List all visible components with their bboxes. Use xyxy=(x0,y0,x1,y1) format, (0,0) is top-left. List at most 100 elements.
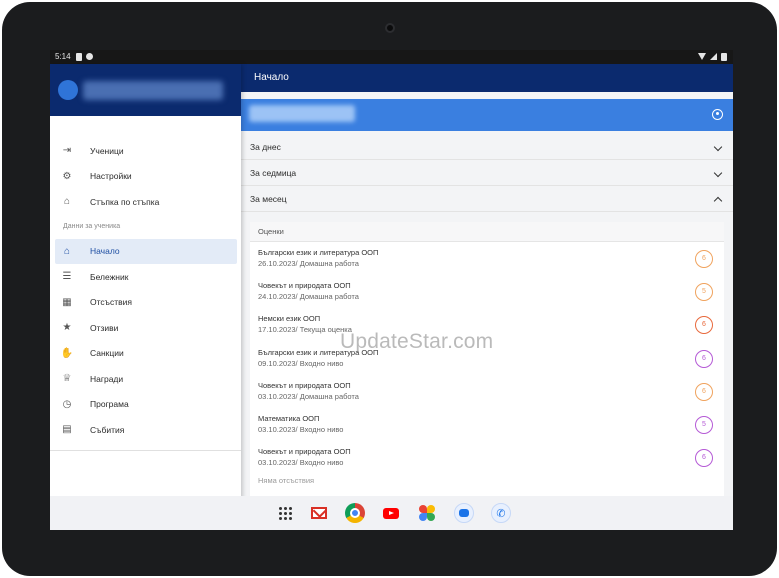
accordion-today[interactable]: За днес xyxy=(241,135,733,160)
grade-row[interactable]: Български език и литература ООП 26.10.202… xyxy=(250,242,724,275)
sidebar-item-label: Програма xyxy=(90,399,129,410)
grade-meta: 03.10.2023/ Домашна работа xyxy=(258,391,359,401)
grade-subject: Човекът и природата ООП xyxy=(258,447,351,457)
grade-meta: 03.10.2023/ Входно ниво xyxy=(258,458,344,468)
grades-card: Оценки Български език и литература ООП 26… xyxy=(250,222,724,530)
grade-row[interactable]: Човекът и природата ООП 03.10.2023/ Домаш… xyxy=(250,375,724,408)
accordion-month[interactable]: За месец xyxy=(241,187,733,212)
event-icon: ▤ xyxy=(62,424,72,436)
grade-badge: 6 xyxy=(695,382,713,401)
grade-badge: 6 xyxy=(695,349,713,368)
sidebar-item-sanctions[interactable]: ✋ Санкции xyxy=(50,341,241,367)
sidebar-item-reviews[interactable]: ★ Отзиви xyxy=(50,315,241,341)
drawer-list: ⇥ Ученици ⚙ Настройки ⌂ Стъпка по стъпка Данни… xyxy=(50,138,241,443)
drawer-divider xyxy=(50,450,241,451)
grade-row[interactable]: Немски език ООП 17.10.2023/ Текуща оценка… xyxy=(250,308,724,341)
chevron-up-icon xyxy=(713,196,723,206)
sync-icon xyxy=(86,53,93,61)
grade-row[interactable]: Български език и литература ООП 09.10.202… xyxy=(250,342,724,375)
grade-badge: 6 xyxy=(695,449,713,468)
navigation-drawer: ⇥ Ученици ⚙ Настройки ⌂ Стъпка по стъпка Данни… xyxy=(50,64,241,530)
accordion-week[interactable]: За седмица xyxy=(241,161,733,186)
sidebar-item-label: Събития xyxy=(90,424,125,435)
gear-icon: ⚙ xyxy=(62,170,72,182)
grade-row[interactable]: Човекът и природата ООП 24.10.2023/ Домаш… xyxy=(250,275,724,308)
chrome-icon[interactable] xyxy=(345,503,365,523)
phone-icon[interactable]: ✆ xyxy=(491,503,511,523)
gmail-icon[interactable] xyxy=(309,503,329,523)
profile-icon[interactable] xyxy=(712,109,723,120)
sidebar-item-notebook[interactable]: ☰ Бележник xyxy=(50,264,241,290)
sidebar-item-absences[interactable]: ▦ Отсъствия xyxy=(50,290,241,316)
sidebar-item-label: Стъпка по стъпка xyxy=(90,196,160,207)
calendar-icon: ▦ xyxy=(62,296,72,308)
grade-meta: 26.10.2023/ Домашна работа xyxy=(258,259,359,268)
sidebar-item-settings[interactable]: ⚙ Настройки xyxy=(50,164,241,190)
sidebar-item-schedule[interactable]: ◷ Програма xyxy=(50,392,241,418)
grades-list: Български език и литература ООП 26.10.202… xyxy=(250,242,724,474)
chevron-down-icon xyxy=(713,142,723,152)
grade-meta: 17.10.2023/ Текуща оценка xyxy=(258,325,352,335)
clock-icon: ◷ xyxy=(62,398,72,410)
grade-subject: Български език и литература ООП xyxy=(258,248,379,257)
no-absences-text: Няма отсъствия xyxy=(258,476,315,485)
sidebar-item-awards[interactable]: ♕ Награди xyxy=(50,366,241,392)
grade-subject: Немски език ООП xyxy=(258,314,321,324)
grade-badge: 6 xyxy=(695,316,713,335)
grade-badge: 5 xyxy=(695,415,713,434)
app-drawer-icon[interactable] xyxy=(275,503,295,523)
trophy-icon: ♕ xyxy=(62,373,72,385)
status-time: 5:14 xyxy=(55,52,71,61)
login-icon: ⇥ xyxy=(62,145,72,157)
youtube-icon[interactable] xyxy=(381,503,401,523)
grade-subject: Математика ООП xyxy=(258,413,320,423)
sidebar-item-events[interactable]: ▤ Събития xyxy=(50,417,241,443)
sidebar-item-step-by-step[interactable]: ⌂ Стъпка по стъпка xyxy=(50,189,241,215)
app-dock: ✆ xyxy=(50,496,733,530)
sidebar-item-label: Начало xyxy=(90,246,120,257)
home-icon: ⌂ xyxy=(63,245,71,257)
sidebar-item-label: Санкции xyxy=(90,348,124,359)
star-icon: ★ xyxy=(62,322,72,334)
camera-icon xyxy=(385,23,395,33)
grades-header: Оценки xyxy=(250,222,724,242)
battery-icon xyxy=(721,53,727,61)
sidebar-item-students[interactable]: ⇥ Ученици xyxy=(50,138,241,164)
sidebar-item-label: Награди xyxy=(90,373,124,384)
chevron-down-icon xyxy=(713,168,723,178)
page-title: Начало xyxy=(254,72,289,83)
student-selector[interactable] xyxy=(241,99,733,131)
tablet-frame: 5:14 Начало За днес За седмица За месец … xyxy=(2,2,777,576)
signal-icon xyxy=(710,53,717,60)
hand-icon: ✋ xyxy=(60,347,74,359)
avatar[interactable] xyxy=(58,80,78,100)
sidebar-item-label: Отсъствия xyxy=(90,297,132,308)
section-title: Данни за ученика xyxy=(63,222,121,230)
status-right xyxy=(698,53,727,61)
sidebar-item-label: Отзиви xyxy=(90,322,119,333)
accordion-label: За месец xyxy=(250,194,287,204)
sidebar-item-label: Настройки xyxy=(90,171,132,182)
grade-subject: Човекът и природата ООП xyxy=(258,380,351,390)
student-name-redacted xyxy=(249,105,355,122)
messages-icon[interactable] xyxy=(454,503,474,523)
sidebar-item-label: Бележник xyxy=(90,271,129,282)
grade-row[interactable]: Човекът и природата ООП 03.10.2023/ Входн… xyxy=(250,441,724,474)
accordion-label: За днес xyxy=(250,142,281,152)
sidebar-item-home[interactable]: ⌂ Начало xyxy=(55,238,237,264)
sidebar-item-label: Ученици xyxy=(90,145,124,156)
grade-subject: Български език и литература ООП xyxy=(258,347,379,357)
drawer-header xyxy=(50,64,241,116)
app-bar: Начало xyxy=(241,64,733,92)
accordion-label: За седмица xyxy=(250,168,297,178)
grade-badge: 5 xyxy=(695,283,713,302)
sim-icon xyxy=(76,53,83,61)
grade-badge: 6 xyxy=(695,250,713,268)
grade-meta: 24.10.2023/ Домашна работа xyxy=(258,292,359,302)
grade-row[interactable]: Математика ООП 03.10.2023/ Входно ниво 5 xyxy=(250,408,724,441)
grade-meta: 09.10.2023/ Входно ниво xyxy=(258,358,344,368)
photos-icon[interactable] xyxy=(417,503,437,523)
grade-meta: 03.10.2023/ Входно ниво xyxy=(258,424,344,434)
user-name-redacted xyxy=(83,81,223,100)
screen: 5:14 Начало За днес За седмица За месец … xyxy=(50,50,733,530)
